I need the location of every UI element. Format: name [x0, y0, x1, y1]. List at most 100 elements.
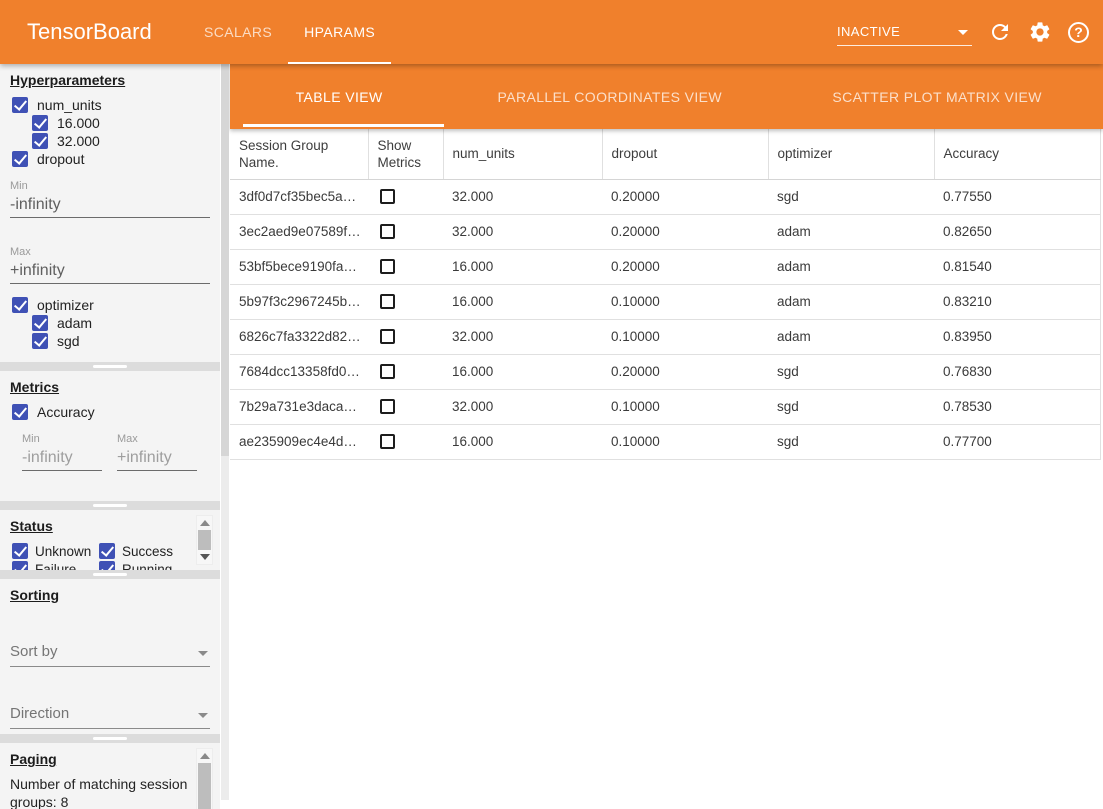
scroll-down-icon[interactable]: [200, 554, 210, 560]
table-row: 7b29a731e3daca… 32.000 0.10000 sgd 0.785…: [230, 389, 1100, 424]
table-header-row: Session Group Name. Show Metrics num_uni…: [230, 129, 1100, 179]
col-optimizer: optimizer: [768, 129, 934, 179]
checkbox-dropout[interactable]: [12, 151, 28, 167]
header-actions: INACTIVE ?: [837, 0, 1089, 64]
paging-section: Paging Number of matching session groups…: [0, 743, 220, 809]
hparam-optimizer-sgd[interactable]: sgd: [10, 332, 220, 350]
session-group-name: 7b29a731e3daca…: [230, 389, 368, 424]
refresh-button[interactable]: [988, 20, 1012, 44]
tab-table-view[interactable]: TABLE VIEW: [230, 64, 448, 129]
section-resize-handle[interactable]: [0, 570, 220, 579]
status-section: Status Unknown Success Failure Running: [0, 510, 220, 570]
show-metrics-checkbox[interactable]: [380, 329, 395, 344]
scroll-up-icon[interactable]: [200, 520, 210, 526]
settings-button[interactable]: [1028, 20, 1052, 44]
table-row: 5b97f3c2967245b… 16.000 0.10000 adam 0.8…: [230, 284, 1100, 319]
session-group-name: 7684dcc13358fd0…: [230, 354, 368, 389]
checkbox-num-units[interactable]: [12, 97, 28, 113]
view-tabs: TABLE VIEW PARALLEL COORDINATES VIEW SCA…: [230, 64, 1103, 129]
scrollbar-thumb[interactable]: [198, 763, 211, 809]
checkbox-32[interactable]: [32, 133, 48, 149]
status-failure[interactable]: Failure: [12, 560, 99, 570]
section-resize-handle[interactable]: [0, 734, 220, 743]
plugin-tabs: SCALARS HPARAMS: [188, 0, 391, 64]
metrics-heading: Metrics: [10, 379, 220, 395]
accuracy-min-input[interactable]: [22, 445, 102, 471]
col-dropout: dropout: [602, 129, 768, 179]
table-row: ae235909ec4e4d… 16.000 0.10000 sgd 0.777…: [230, 424, 1100, 459]
sidebar-scrollbar[interactable]: [221, 64, 229, 800]
sort-by-select[interactable]: Sort by: [10, 637, 210, 667]
section-resize-handle[interactable]: [0, 501, 220, 510]
dropout-max-label: Max: [10, 246, 220, 258]
help-icon: ?: [1074, 24, 1083, 40]
status-unknown[interactable]: Unknown: [12, 542, 99, 560]
show-metrics-checkbox[interactable]: [380, 294, 395, 309]
scroll-up-icon[interactable]: [200, 753, 210, 759]
checkbox-16[interactable]: [32, 115, 48, 131]
show-metrics-checkbox[interactable]: [380, 224, 395, 239]
status-success[interactable]: Success: [99, 542, 186, 560]
show-metrics-checkbox[interactable]: [380, 189, 395, 204]
paging-heading: Paging: [10, 751, 220, 767]
checkbox-success[interactable]: [99, 543, 115, 559]
checkbox-adam[interactable]: [32, 315, 48, 331]
scrollbar-thumb[interactable]: [221, 64, 229, 456]
checkbox-optimizer[interactable]: [12, 297, 28, 313]
session-group-name: 5b97f3c2967245b…: [230, 284, 368, 319]
session-group-name: 3ec2aed9e07589f…: [230, 214, 368, 249]
col-num-units: num_units: [443, 129, 602, 179]
show-metrics-checkbox[interactable]: [380, 434, 395, 449]
app-header: TensorBoard SCALARS HPARAMS INACTIVE ?: [0, 0, 1103, 64]
status-running[interactable]: Running: [99, 560, 186, 570]
chevron-down-icon: [198, 713, 208, 718]
dropout-min-input[interactable]: [10, 192, 210, 218]
accuracy-min-label: Min: [22, 433, 102, 445]
dropout-min-label: Min: [10, 180, 220, 192]
hparam-optimizer[interactable]: optimizer: [12, 296, 220, 314]
tab-scalars[interactable]: SCALARS: [188, 0, 288, 64]
table-row: 3df0d7cf35bec5a… 32.000 0.20000 sgd 0.77…: [230, 179, 1100, 214]
checkbox-accuracy[interactable]: [12, 404, 28, 420]
status-heading: Status: [10, 518, 220, 534]
session-groups-table: Session Group Name. Show Metrics num_uni…: [230, 129, 1101, 460]
session-group-name: 53bf5bece9190fa…: [230, 249, 368, 284]
help-button[interactable]: ?: [1068, 22, 1089, 43]
show-metrics-checkbox[interactable]: [380, 399, 395, 414]
chevron-down-icon: [958, 30, 968, 35]
table-row: 3ec2aed9e07589f… 32.000 0.20000 adam 0.8…: [230, 214, 1100, 249]
direction-select[interactable]: Direction: [10, 699, 210, 729]
hparams-sidebar: Hyperparameters num_units 16.000 32.000 …: [0, 64, 220, 800]
accuracy-max-input[interactable]: [117, 445, 197, 471]
checkbox-failure[interactable]: [12, 561, 28, 570]
show-metrics-checkbox[interactable]: [380, 259, 395, 274]
session-group-name: ae235909ec4e4d…: [230, 424, 368, 459]
session-group-name: 3df0d7cf35bec5a…: [230, 179, 368, 214]
metrics-section: Metrics Accuracy Min Max: [0, 371, 220, 501]
hparam-num-units[interactable]: num_units: [12, 96, 220, 114]
matching-groups-count: Number of matching session groups: 8: [10, 775, 195, 809]
show-metrics-checkbox[interactable]: [380, 364, 395, 379]
hparam-dropout[interactable]: dropout: [12, 150, 220, 168]
tab-scatter-plot-matrix-view[interactable]: SCATTER PLOT MATRIX VIEW: [771, 64, 1103, 129]
tab-parallel-coordinates-view[interactable]: PARALLEL COORDINATES VIEW: [448, 64, 771, 129]
scrollbar-thumb[interactable]: [198, 530, 211, 550]
metric-accuracy[interactable]: Accuracy: [12, 403, 220, 421]
hparam-optimizer-adam[interactable]: adam: [10, 314, 220, 332]
sorting-heading: Sorting: [10, 587, 220, 603]
hparam-num-units-value-32[interactable]: 32.000: [10, 132, 220, 150]
section-resize-handle[interactable]: [0, 362, 220, 371]
checkbox-unknown[interactable]: [12, 543, 28, 559]
tab-hparams[interactable]: HPARAMS: [288, 0, 391, 64]
chevron-down-icon: [198, 651, 208, 656]
checkbox-running[interactable]: [99, 561, 115, 570]
run-status-select[interactable]: INACTIVE: [837, 18, 972, 46]
hparam-num-units-value-16[interactable]: 16.000: [10, 114, 220, 132]
checkbox-sgd[interactable]: [32, 333, 48, 349]
refresh-icon: [988, 20, 1012, 44]
session-group-name: 6826c7fa3322d82…: [230, 319, 368, 354]
app-title: TensorBoard: [27, 0, 152, 64]
hyperparameters-heading: Hyperparameters: [10, 72, 220, 88]
status-scrollbar[interactable]: [196, 515, 213, 565]
dropout-max-input[interactable]: [10, 258, 210, 284]
